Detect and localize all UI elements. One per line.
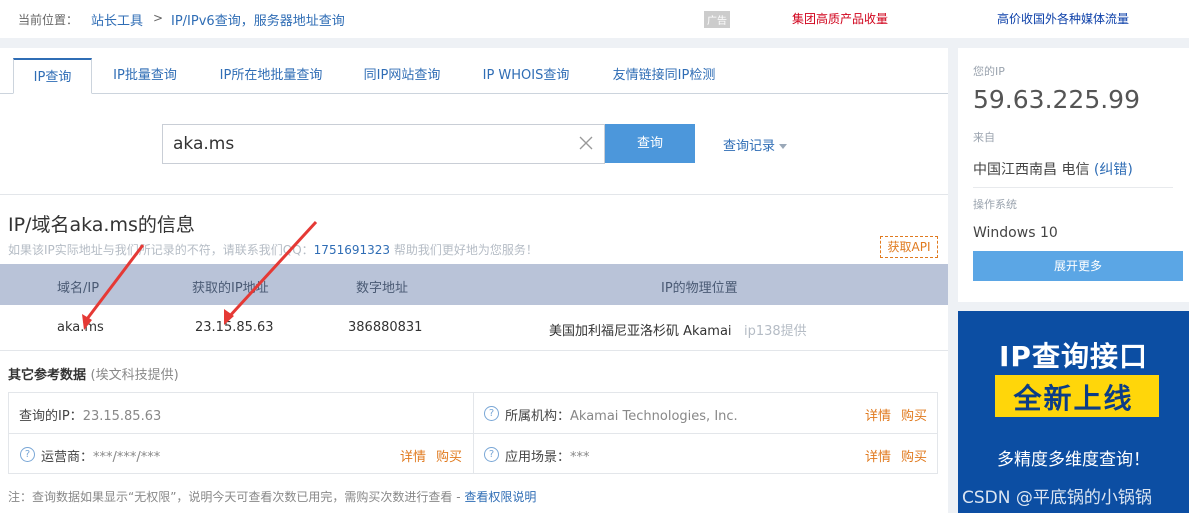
search-box [162,124,605,164]
scene-cell: 应用场景：*** [505,446,590,465]
footnote: 注：查询数据如果显示“无权限”，说明今天可查看次数已用完，需购买次数进行查看 -… [8,488,536,505]
info-title: IP/域名aka.ms的信息 [8,214,195,236]
qq-link[interactable]: 1751691323 [314,243,390,257]
ad-tag: 广告 [704,11,730,28]
query-ip-cell: 查询的IP：23.15.85.63 [19,405,161,424]
isp-value: ***/***/*** [93,450,161,465]
th-number: 数字地址 [356,281,409,296]
th-domain: 域名/IP [57,281,100,296]
query-ip-label: 查询的IP： [19,409,83,424]
table-row: aka.ms 23.15.85.63 386880831 美国加利福尼亚洛杉矶 … [0,305,948,351]
info-note: 如果该IP实际地址与我们所记录的不符，请联系我们QQ：1751691323 帮助… [8,241,538,258]
divider [973,187,1173,188]
org-label: 所属机构： [505,409,571,424]
scene-detail-link[interactable]: 详情 [865,446,891,465]
cell-provider: ip138提供 [744,324,807,339]
org-cell: 所属机构：Akamai Technologies, Inc. [505,405,738,424]
help-icon[interactable]: ? [20,447,35,462]
other-data-heading: 其它参考数据 [8,368,87,383]
your-ip-label: 您的IP [973,65,1005,78]
query-history-dropdown[interactable]: 查询记录 [723,135,788,154]
breadcrumb-link-tools[interactable]: 站长工具 [91,10,143,29]
promo-title: IP查询接口 [999,340,1148,373]
breadcrumb-label: 当前位置： [18,13,79,27]
watermark: CSDN @平底锅的小锅锅 [962,488,1152,508]
cell-ip: 23.15.85.63 [195,320,274,335]
scene-buy-link[interactable]: 购买 [901,446,927,465]
search-input[interactable] [173,133,563,155]
footnote-text: 注：查询数据如果显示“无权限”，说明今天可查看次数已用完，需购买次数进行查看 - [8,490,465,504]
breadcrumb-separator: > [153,11,164,25]
th-ip: 获取的IP地址 [192,281,269,296]
your-ip-panel: 您的IP 59.63.225.99 来自 中国江西南昌 电信 (纠错) 操作系统… [958,48,1189,302]
tab-bar: IP查询 IP批量查询 IP所在地批量查询 同IP网站查询 IP WHOIS查询… [0,58,948,94]
search-button[interactable]: 查询 [605,124,695,163]
tab-ip-query[interactable]: IP查询 [13,58,92,94]
expand-more-button[interactable]: 展开更多 [973,251,1183,281]
help-icon[interactable]: ? [484,447,499,462]
info-note-suffix: 帮助我们更好地为您服务！ [390,243,538,257]
os-label: 操作系统 [973,198,1017,211]
isp-label: 运营商： [41,450,94,465]
result-table-header: 域名/IP 获取的IP地址 数字地址 IP的物理位置 [0,264,948,305]
ad-link-2[interactable]: 高价收国外各种媒体流量 [997,10,1129,27]
clear-icon[interactable] [577,134,595,152]
permission-doc-link[interactable]: 查看权限说明 [464,490,536,504]
other-data-subtitle: (埃文科技提供) [90,368,179,383]
caret-down-icon [779,144,788,149]
tab-ip-batch[interactable]: IP批量查询 [100,58,190,94]
org-detail-link[interactable]: 详情 [865,405,891,424]
isp-detail-link[interactable]: 详情 [400,446,426,465]
from-value: 中国江西南昌 电信 [973,162,1090,178]
grid-divider-v [473,393,474,473]
cell-location: 美国加利福尼亚洛杉矶 Akamai [549,324,732,339]
isp-cell: 运营商：***/***/*** [41,446,160,465]
info-note-prefix: 如果该IP实际地址与我们所记录的不符，请联系我们QQ： [8,243,314,257]
promo-subtitle: 全新上线 [1013,382,1134,415]
get-api-button[interactable]: 获取API [880,236,938,258]
other-data-grid: 查询的IP：23.15.85.63 ? 所属机构：Akamai Technolo… [8,392,938,474]
th-location: IP的物理位置 [661,281,738,296]
from-row: 中国江西南昌 电信 (纠错) [973,159,1133,179]
cell-domain: aka.ms [57,320,104,335]
tab-ip-whois[interactable]: IP WHOIS查询 [470,58,582,94]
your-ip-value: 59.63.225.99 [973,85,1140,114]
ad-link-1[interactable]: 集团高质产品收量 [792,10,888,27]
main-panel: IP查询 IP批量查询 IP所在地批量查询 同IP网站查询 IP WHOIS查询… [0,48,948,513]
tab-friend-link-check[interactable]: 友情链接同IP检测 [600,58,728,94]
isp-buy-link[interactable]: 购买 [436,446,462,465]
divider [0,194,948,195]
scene-label: 应用场景： [505,450,571,465]
tab-ip-location-batch[interactable]: IP所在地批量查询 [205,58,337,94]
help-icon[interactable]: ? [484,406,499,421]
cell-number: 386880831 [348,320,423,335]
query-history-label: 查询记录 [723,139,776,154]
tab-same-ip-sites[interactable]: 同IP网站查询 [352,58,452,94]
os-value: Windows 10 [973,225,1058,241]
report-error-link[interactable]: (纠错) [1094,162,1133,178]
breadcrumb-current[interactable]: IP/IPv6查询，服务器地址查询 [171,10,345,29]
query-ip-value: 23.15.85.63 [82,409,162,424]
top-bar: 当前位置： 站长工具 > IP/IPv6查询，服务器地址查询 广告 集团高质产品… [0,0,1189,38]
scene-value: *** [570,450,590,465]
org-value: Akamai Technologies, Inc. [570,409,738,424]
org-buy-link[interactable]: 购买 [901,405,927,424]
from-label: 来自 [973,131,995,144]
other-data-title: 其它参考数据 (埃文科技提供) [8,364,179,383]
promo-description: 多精度多维度查询！ [997,450,1150,470]
